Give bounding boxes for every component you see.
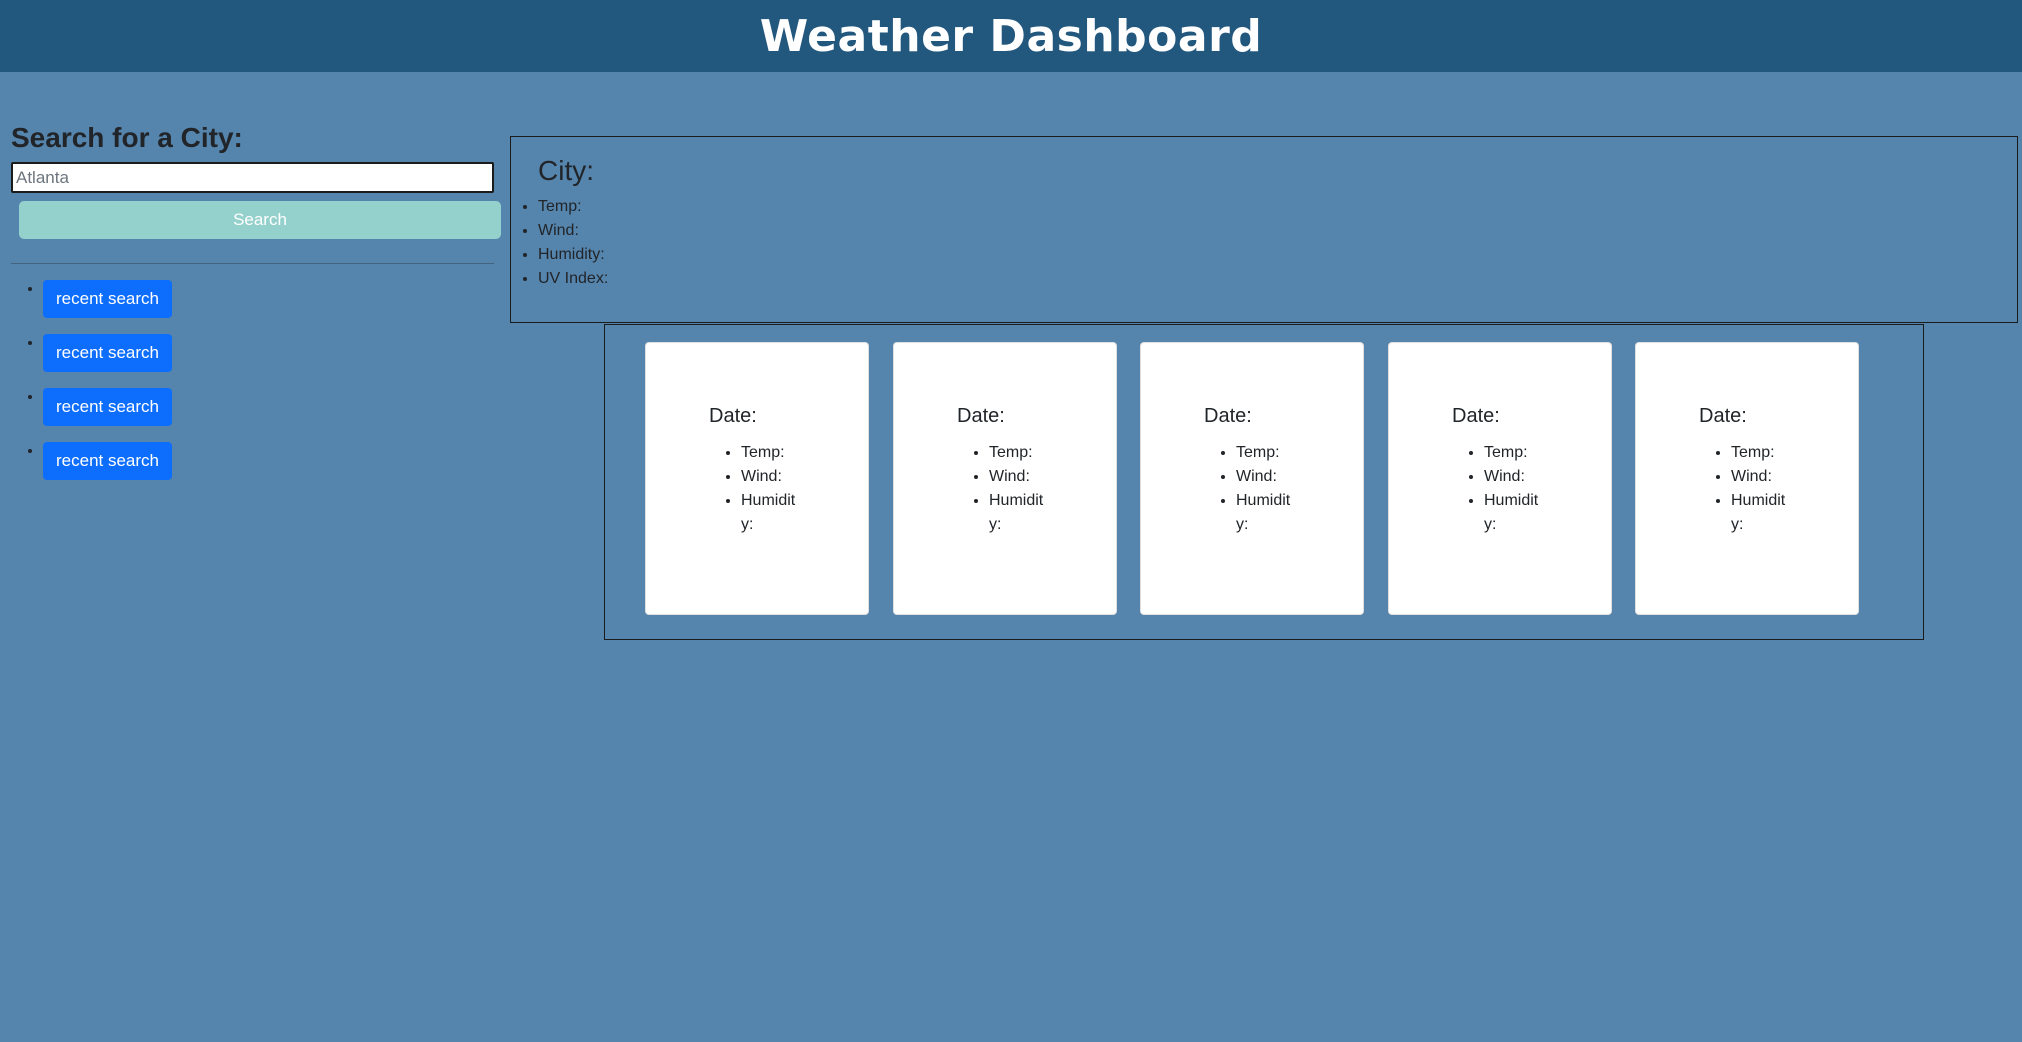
recent-search-button[interactable]: recent search — [43, 334, 172, 372]
forecast-humidity: Humidity: — [741, 489, 799, 537]
search-heading: Search for a City: — [11, 122, 243, 153]
forecast-wind: Wind: — [1731, 465, 1789, 489]
forecast-wind: Wind: — [741, 465, 799, 489]
forecast-list: Temp: Wind: Humidity: — [1452, 441, 1542, 537]
forecast-temp: Temp: — [741, 441, 799, 465]
forecast-temp: Temp: — [989, 441, 1047, 465]
current-wind: Wind: — [538, 219, 2017, 243]
recent-search-button[interactable]: recent search — [43, 280, 172, 318]
app-header: Weather Dashboard — [0, 0, 2022, 72]
forecast-wind: Wind: — [989, 465, 1047, 489]
recent-search-button[interactable]: recent search — [43, 388, 172, 426]
forecast-card: Date: Temp: Wind: Humidity: — [1388, 342, 1612, 615]
current-temp: Temp: — [538, 195, 2017, 219]
current-uv-index: UV Index: — [538, 267, 2017, 291]
forecast-date: Date: — [709, 405, 757, 427]
forecast-card: Date: Temp: Wind: Humidity: — [893, 342, 1117, 615]
forecast-list: Temp: Wind: Humidity: — [1204, 441, 1294, 537]
forecast-wind: Wind: — [1484, 465, 1542, 489]
forecast-list: Temp: Wind: Humidity: — [957, 441, 1047, 537]
current-humidity: Humidity: — [538, 243, 2017, 267]
forecast-humidity: Humidity: — [1236, 489, 1294, 537]
forecast-card: Date: Temp: Wind: Humidity: — [1635, 342, 1859, 615]
forecast-date: Date: — [1452, 405, 1500, 427]
search-sidebar: Search for a City: Search recent search … — [11, 122, 501, 496]
forecast-list: Temp: Wind: Humidity: — [1699, 441, 1789, 537]
forecast-wind: Wind: — [1236, 465, 1294, 489]
current-weather-list: Temp: Wind: Humidity: UV Index: — [511, 195, 2017, 291]
list-item: recent search — [43, 334, 501, 388]
sidebar-divider — [11, 263, 494, 264]
search-button[interactable]: Search — [19, 201, 501, 239]
forecast-temp: Temp: — [1484, 441, 1542, 465]
forecast-humidity: Humidity: — [1484, 489, 1542, 537]
forecast-card: Date: Temp: Wind: Humidity: — [645, 342, 869, 615]
list-item: recent search — [43, 388, 501, 442]
forecast-temp: Temp: — [1731, 441, 1789, 465]
recent-search-button[interactable]: recent search — [43, 442, 172, 480]
forecast-date: Date: — [1204, 405, 1252, 427]
forecast-humidity: Humidity: — [1731, 489, 1789, 537]
forecast-date: Date: — [1699, 405, 1747, 427]
forecast-humidity: Humidity: — [989, 489, 1047, 537]
page-title: Weather Dashboard — [759, 10, 1263, 62]
city-search-input[interactable] — [11, 162, 494, 193]
current-city-title: City: — [538, 155, 594, 186]
forecast-date: Date: — [957, 405, 1005, 427]
current-weather-panel: City: Temp: Wind: Humidity: UV Index: — [510, 136, 2018, 323]
five-day-forecast-panel: Date: Temp: Wind: Humidity: Date: Temp: … — [604, 324, 1924, 640]
forecast-temp: Temp: — [1236, 441, 1294, 465]
forecast-list: Temp: Wind: Humidity: — [709, 441, 799, 537]
list-item: recent search — [43, 442, 501, 496]
forecast-card: Date: Temp: Wind: Humidity: — [1140, 342, 1364, 615]
recent-search-list: recent search recent search recent searc… — [11, 280, 501, 496]
list-item: recent search — [43, 280, 501, 334]
